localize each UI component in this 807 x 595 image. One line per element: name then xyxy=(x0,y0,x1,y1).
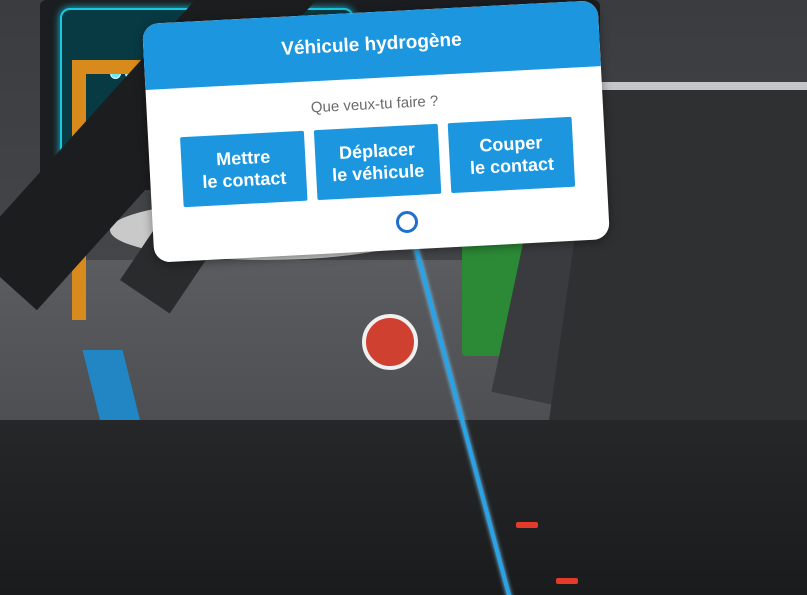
controller-pointer-icon xyxy=(396,211,418,233)
vehicle-action-dialog: Véhicule hydrogène Que veux-tu faire ? M… xyxy=(142,0,610,263)
car-dashboard xyxy=(0,420,807,595)
red-indicator xyxy=(516,522,538,528)
red-indicator xyxy=(556,578,578,584)
ignition-off-button[interactable]: Couper le contact xyxy=(447,116,576,194)
dialog-title: Véhicule hydrogène xyxy=(280,29,463,60)
move-vehicle-button[interactable]: Déplacer le véhicule xyxy=(313,123,442,201)
ignition-on-button[interactable]: Mettre le contact xyxy=(180,130,308,208)
action-buttons: Mettre le contact Déplacer le véhicule C… xyxy=(148,115,607,209)
warning-sign xyxy=(362,314,418,370)
